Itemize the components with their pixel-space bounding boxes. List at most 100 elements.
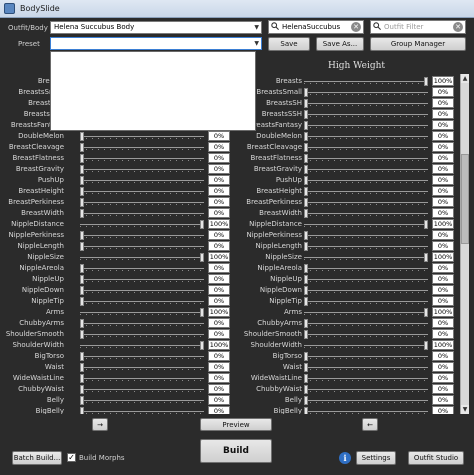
- high-slider-track[interactable]: [304, 246, 428, 249]
- low-slider-track[interactable]: [80, 378, 204, 381]
- low-value-field[interactable]: 0%: [208, 153, 230, 163]
- low-value-field[interactable]: 100%: [208, 340, 230, 350]
- high-value-field[interactable]: 0%: [432, 153, 454, 163]
- high-slider-track[interactable]: [304, 235, 428, 238]
- low-slider-thumb[interactable]: [80, 374, 84, 383]
- high-slider-thumb[interactable]: [304, 385, 308, 394]
- low-slider-thumb[interactable]: [80, 198, 84, 207]
- low-value-field[interactable]: 0%: [208, 186, 230, 196]
- high-slider-thumb[interactable]: [304, 110, 308, 119]
- high-slider-thumb[interactable]: [424, 77, 428, 86]
- low-slider-track[interactable]: [80, 224, 204, 227]
- high-slider-track[interactable]: [304, 400, 428, 403]
- copy-to-high-button[interactable]: →: [92, 418, 108, 431]
- high-value-field[interactable]: 0%: [432, 142, 454, 152]
- low-value-field[interactable]: 0%: [208, 131, 230, 141]
- scroll-down-icon[interactable]: ▼: [461, 405, 469, 414]
- low-value-field[interactable]: 0%: [208, 197, 230, 207]
- low-slider-thumb[interactable]: [80, 407, 84, 414]
- low-slider-track[interactable]: [80, 136, 204, 139]
- high-slider-thumb[interactable]: [424, 308, 428, 317]
- low-slider-thumb[interactable]: [80, 143, 84, 152]
- high-slider-track[interactable]: [304, 213, 428, 216]
- low-slider-track[interactable]: [80, 411, 204, 414]
- high-slider-thumb[interactable]: [304, 363, 308, 372]
- high-slider-thumb[interactable]: [304, 275, 308, 284]
- low-value-field[interactable]: 0%: [208, 329, 230, 339]
- low-slider-track[interactable]: [80, 356, 204, 359]
- high-slider-thumb[interactable]: [304, 187, 308, 196]
- high-slider-thumb[interactable]: [304, 165, 308, 174]
- slider-scrollbar[interactable]: ▲ ▼: [460, 74, 469, 414]
- low-slider-thumb[interactable]: [80, 209, 84, 218]
- low-slider-thumb[interactable]: [80, 363, 84, 372]
- high-slider-track[interactable]: [304, 268, 428, 271]
- low-value-field[interactable]: 0%: [208, 241, 230, 251]
- high-slider-thumb[interactable]: [304, 242, 308, 251]
- high-slider-thumb[interactable]: [304, 121, 308, 130]
- high-value-field[interactable]: 100%: [432, 307, 454, 317]
- low-value-field[interactable]: 0%: [208, 164, 230, 174]
- low-slider-track[interactable]: [80, 345, 204, 348]
- build-button[interactable]: Build: [200, 439, 272, 463]
- high-slider-thumb[interactable]: [424, 253, 428, 262]
- outfit-combo[interactable]: Helena Succubus Body ▼: [50, 21, 262, 34]
- high-slider-thumb[interactable]: [304, 407, 308, 414]
- high-slider-track[interactable]: [304, 92, 428, 95]
- high-slider-track[interactable]: [304, 301, 428, 304]
- low-value-field[interactable]: 0%: [208, 296, 230, 306]
- low-value-field[interactable]: 0%: [208, 362, 230, 372]
- high-slider-track[interactable]: [304, 312, 428, 315]
- high-slider-track[interactable]: [304, 411, 428, 414]
- low-slider-track[interactable]: [80, 147, 204, 150]
- low-slider-thumb[interactable]: [200, 253, 204, 262]
- high-slider-track[interactable]: [304, 257, 428, 260]
- low-slider-track[interactable]: [80, 389, 204, 392]
- high-slider-track[interactable]: [304, 191, 428, 194]
- low-value-field[interactable]: 0%: [208, 351, 230, 361]
- low-value-field[interactable]: 0%: [208, 285, 230, 295]
- high-slider-track[interactable]: [304, 224, 428, 227]
- high-slider-thumb[interactable]: [424, 220, 428, 229]
- preset-combo[interactable]: ▼: [50, 37, 262, 50]
- high-value-field[interactable]: 0%: [432, 186, 454, 196]
- high-slider-thumb[interactable]: [304, 374, 308, 383]
- high-slider-track[interactable]: [304, 147, 428, 150]
- high-slider-thumb[interactable]: [304, 99, 308, 108]
- high-value-field[interactable]: 0%: [432, 351, 454, 361]
- high-value-field[interactable]: 0%: [432, 120, 454, 130]
- low-value-field[interactable]: 0%: [208, 395, 230, 405]
- low-slider-thumb[interactable]: [200, 220, 204, 229]
- high-value-field[interactable]: 0%: [432, 384, 454, 394]
- scroll-thumb[interactable]: [461, 154, 469, 244]
- high-value-field[interactable]: 0%: [432, 164, 454, 174]
- high-slider-thumb[interactable]: [424, 341, 428, 350]
- low-slider-track[interactable]: [80, 169, 204, 172]
- high-slider-track[interactable]: [304, 378, 428, 381]
- low-slider-track[interactable]: [80, 301, 204, 304]
- clear-icon[interactable]: ✕: [351, 22, 361, 32]
- high-slider-track[interactable]: [304, 114, 428, 117]
- low-slider-track[interactable]: [80, 290, 204, 293]
- group-manager-button[interactable]: Group Manager: [370, 37, 466, 51]
- low-slider-thumb[interactable]: [80, 275, 84, 284]
- low-slider-thumb[interactable]: [200, 308, 204, 317]
- low-slider-track[interactable]: [80, 158, 204, 161]
- low-slider-track[interactable]: [80, 334, 204, 337]
- low-slider-thumb[interactable]: [80, 231, 84, 240]
- high-slider-thumb[interactable]: [304, 297, 308, 306]
- high-slider-thumb[interactable]: [304, 352, 308, 361]
- low-value-field[interactable]: 0%: [208, 142, 230, 152]
- low-slider-thumb[interactable]: [80, 242, 84, 251]
- preview-button[interactable]: Preview: [200, 418, 272, 431]
- high-slider-thumb[interactable]: [304, 330, 308, 339]
- high-slider-track[interactable]: [304, 103, 428, 106]
- build-morphs-checkbox[interactable]: ✓: [67, 453, 76, 462]
- clear-icon[interactable]: ✕: [453, 22, 463, 32]
- copy-to-low-button[interactable]: ←: [362, 418, 378, 431]
- high-slider-track[interactable]: [304, 279, 428, 282]
- chevron-down-icon[interactable]: ▼: [254, 38, 259, 49]
- high-value-field[interactable]: 100%: [432, 219, 454, 229]
- low-slider-track[interactable]: [80, 202, 204, 205]
- low-slider-thumb[interactable]: [80, 176, 84, 185]
